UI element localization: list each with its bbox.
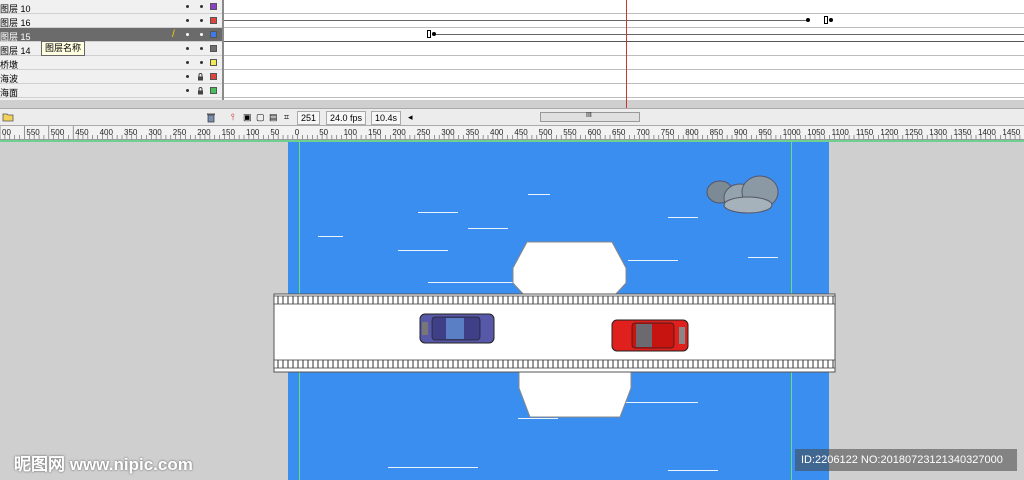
bridge-pier-bottom[interactable] [518,369,632,418]
watermark: 昵图网 www.nipic.com [14,455,193,474]
blue-car[interactable] [419,313,495,344]
scene-artwork [273,175,836,418]
image-id-label: ID:2206122 NO:20180723121340327000 [795,449,1017,471]
red-car[interactable] [611,319,689,352]
rock-cluster[interactable] [706,175,779,214]
bridge-pier-top[interactable] [512,241,627,297]
